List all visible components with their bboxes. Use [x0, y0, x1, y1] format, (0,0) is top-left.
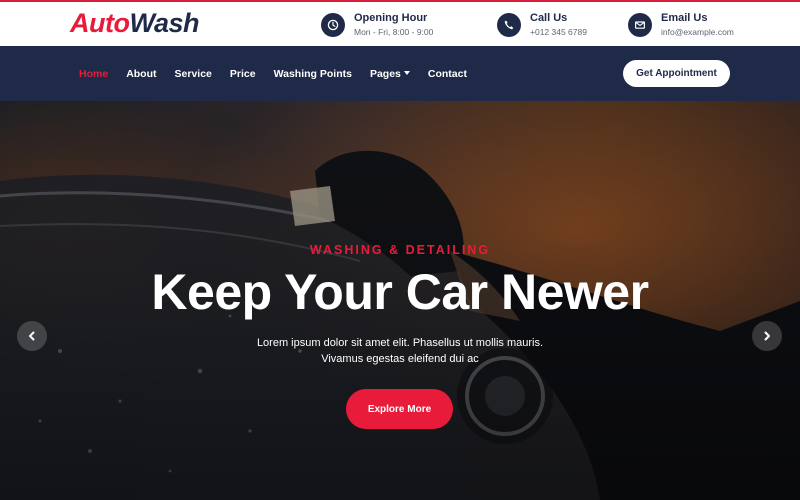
call-title: Call Us — [530, 12, 568, 24]
nav-item-contact[interactable]: Contact — [428, 68, 467, 80]
get-appointment-button[interactable]: Get Appointment — [623, 60, 730, 87]
top-bar: AutoWash Opening Hour Mon - Fri, 8:00 - … — [0, 0, 800, 46]
nav-item-about[interactable]: About — [126, 68, 156, 80]
nav-item-washing-points[interactable]: Washing Points — [274, 68, 352, 80]
brand-logo[interactable]: AutoWash — [70, 8, 200, 39]
nav-item-service[interactable]: Service — [175, 68, 212, 80]
hero-title: Keep Your Car Newer — [151, 264, 649, 320]
email-title: Email Us — [661, 12, 708, 24]
brand-logo-part-1: Auto — [70, 8, 130, 38]
opening-hour-title: Opening Hour — [354, 12, 428, 24]
chevron-left-icon — [29, 331, 35, 341]
brand-logo-part-2: Wash — [129, 8, 200, 38]
nav-item-pages[interactable]: Pages — [370, 68, 410, 80]
call-value[interactable]: +012 345 6789 — [530, 26, 587, 39]
caret-down-icon — [403, 70, 410, 75]
call-info: Call Us +012 345 6789 — [497, 10, 587, 40]
carousel-prev-button[interactable] — [17, 321, 47, 351]
chevron-right-icon — [764, 331, 770, 341]
clock-icon — [321, 13, 345, 37]
opening-hour-info: Opening Hour Mon - Fri, 8:00 - 9:00 — [321, 10, 433, 40]
explore-more-button[interactable]: Explore More — [346, 389, 453, 429]
nav-item-home[interactable]: Home — [79, 68, 108, 80]
email-value[interactable]: info@example.com — [661, 26, 734, 39]
nav-item-pages-label: Pages — [369, 67, 401, 80]
hero-description: Lorem ipsum dolor sit amet elit. Phasell… — [256, 337, 544, 365]
envelope-icon — [628, 13, 652, 37]
nav-menu: Home About Service Price Washing Points … — [79, 46, 485, 101]
carousel-next-button[interactable] — [752, 321, 782, 351]
opening-hour-value: Mon - Fri, 8:00 - 9:00 — [354, 27, 434, 37]
main-navbar: Home About Service Price Washing Points … — [0, 46, 800, 101]
nav-item-price[interactable]: Price — [230, 68, 256, 80]
hero-kicker: WASHING & DETAILING — [309, 243, 491, 257]
hero-carousel: WASHING & DETAILING Keep Your Car Newer … — [0, 101, 800, 500]
phone-icon — [497, 13, 521, 37]
email-info: Email Us info@example.com — [628, 10, 734, 40]
hero-caption: WASHING & DETAILING Keep Your Car Newer … — [0, 101, 800, 500]
